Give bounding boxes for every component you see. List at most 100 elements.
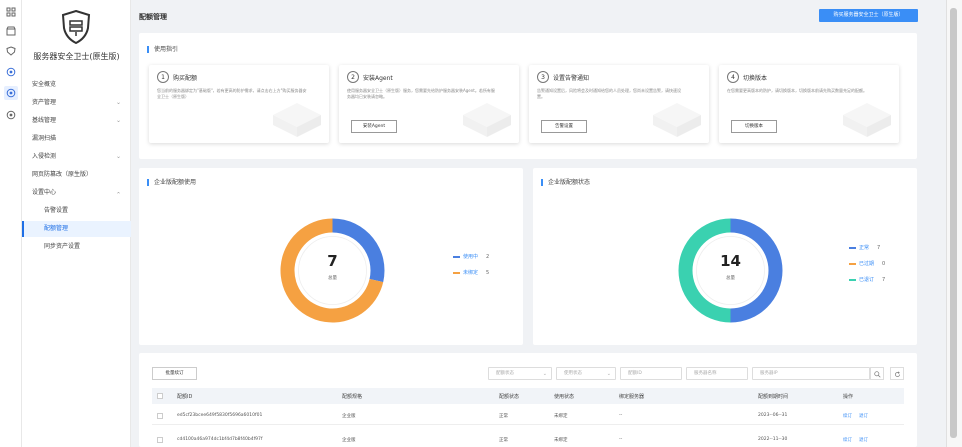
legend-label: 使用中 (463, 254, 479, 260)
step-title: 设置告警通知 (553, 75, 590, 82)
nav-label: 资产管理 (32, 99, 57, 106)
grid-icon[interactable] (4, 5, 18, 19)
unsubscribe-link[interactable]: 退订 (859, 437, 868, 443)
donut-inner-ring (298, 236, 367, 305)
row-checkbox[interactable] (157, 437, 163, 443)
vertical-scrollbar[interactable] (946, 0, 962, 447)
usage-donut-chart (280, 218, 385, 323)
guide-step-1: 1 购买配额 您当前的服务器绑定为"基础版"，若有更高的防护需求，请点击右上方"… (149, 65, 329, 143)
nav-item-overview[interactable]: 安全概览 (22, 77, 131, 93)
nav-item-vuln-scan[interactable]: 漏洞扫描 (22, 131, 131, 147)
select-all-checkbox[interactable] (157, 393, 163, 399)
guide-card: 使用指引 1 购买配额 您当前的服务器绑定为"基础版"，若有更高的防护需求，请点… (139, 33, 917, 159)
nav-subitem-alert-settings[interactable]: 告警设置 (22, 203, 131, 219)
alert-settings-button[interactable]: 告警设置 (541, 120, 587, 133)
quota-status-cell: 正常 (499, 414, 508, 419)
chevron-up-icon: ⌄ (115, 190, 121, 197)
step-number: 3 (537, 71, 549, 83)
server-ip-input[interactable]: 服务器IP (752, 367, 870, 380)
legend-item: 已退订 7 (849, 277, 885, 293)
quota-spec-cell: 企业版 (342, 414, 356, 419)
step-number: 1 (157, 71, 169, 83)
quota-id-cell: cd4100a46a974dc1bf4d7b8f40b4f97f (177, 437, 263, 442)
page-title: 配额管理 (139, 13, 167, 21)
nav-label: 设置中心 (32, 189, 57, 196)
nav-label: 告警设置 (44, 207, 69, 214)
nav-item-intrusion[interactable]: 入侵检测 ⌄ (22, 149, 131, 165)
scrollbar-thumb[interactable] (950, 8, 957, 438)
chevron-down-icon: ⌄ (115, 99, 121, 106)
legend-swatch (453, 255, 460, 258)
table-row[interactable]: cd4100a46a974dc1bf4d7b8f40b4f97f 企业版 正常 … (152, 432, 904, 447)
usage-status-select[interactable]: 使用状态 ⌄ (556, 367, 616, 380)
legend-swatch (849, 262, 856, 265)
legend-item: 已过期 0 (849, 261, 885, 277)
unsubscribe-link[interactable]: 退订 (859, 413, 868, 419)
quota-id-cell: ed5cf23bcee649f5830f5696a6010f01 (177, 413, 263, 418)
status-chart-card: 企业版配额状态 14 总量 正常 7 已过期 0 已退订 7 (533, 168, 917, 345)
refresh-icon (894, 371, 900, 377)
usage-title: 企业版配额使用 (147, 179, 196, 186)
legend-label: 已过期 (859, 261, 875, 267)
column-header: 绑定服务器 (619, 394, 645, 400)
buy-button[interactable]: 购买服务器安全卫士（原生版） (819, 9, 918, 22)
server-shield-icon[interactable] (4, 65, 18, 79)
row-checkbox[interactable] (157, 413, 163, 419)
nav-subitem-sync-assets[interactable]: 同步资产设置 (22, 239, 131, 255)
refresh-button[interactable] (890, 367, 904, 380)
nav-item-settings[interactable]: 设置中心 ⌄ (22, 185, 131, 201)
step-title: 切换版本 (743, 75, 768, 82)
usage-total-value: 7 (327, 252, 338, 270)
cube-illustration-icon (843, 103, 891, 137)
nav-label: 网页防篡改（原生版） (32, 171, 93, 178)
legend-swatch (453, 271, 460, 274)
renew-link[interactable]: 续订 (843, 437, 852, 443)
sidebar: 服务器安全卫士(原生版) 安全概览 资产管理 ⌄ 基线管理 ⌄ 漏洞扫描 入侵检测 ⌄… (22, 0, 131, 447)
settings-icon[interactable] (4, 108, 18, 122)
status-title: 企业版配额状态 (541, 179, 590, 186)
nav-item-assets[interactable]: 资产管理 ⌄ (22, 95, 131, 111)
chevron-down-icon: ⌄ (115, 117, 121, 124)
quota-status-select[interactable]: 配额状态 ⌄ (488, 367, 552, 380)
donut-slice-使用中[interactable] (332, 218, 385, 283)
legend-value: 2 (486, 254, 490, 260)
step-title: 购买配额 (173, 75, 198, 82)
column-header: 配额状态 (499, 394, 520, 400)
product-name: 服务器安全卫士(原生版) (33, 52, 120, 61)
legend-swatch (849, 278, 856, 281)
usage-status-cell: 未绑定 (554, 438, 568, 443)
search-button[interactable] (870, 367, 884, 380)
guide-step-2: 2 安装Agent 使用服务器安全卫士（原生版）服务，您需要先给防护服务器安装A… (339, 65, 519, 143)
usage-status-cell: 未绑定 (554, 414, 568, 419)
quota-id-input[interactable]: 配额ID (620, 367, 682, 380)
nav-label: 漏洞扫描 (32, 135, 57, 142)
table-row[interactable]: ed5cf23bcee649f5830f5696a6010f01 企业版 正常 … (152, 408, 904, 425)
donut-slice-已退订[interactable] (678, 218, 731, 323)
switch-version-button[interactable]: 切换版本 (731, 120, 777, 133)
donut-inner-ring (696, 236, 765, 305)
status-legend: 正常 7 已过期 0 已退订 7 (849, 245, 885, 293)
quota-table-card: 批量续订 配额状态 ⌄ 使用状态 ⌄ 配额ID 服务器名称 服务器IP 配额ID 配… (139, 353, 917, 447)
shield-icon[interactable] (4, 44, 18, 58)
main-content: 配额管理 购买服务器安全卫士（原生版） 使用指引 1 购买配额 您当前的服务器绑… (131, 0, 946, 447)
cube-illustration-icon (653, 103, 701, 137)
step-desc: 在您需要更高版本的防护，请切换版本，切换版本前请先购买数量充足的配额。 (727, 88, 867, 93)
nav-label: 基线管理 (32, 117, 57, 124)
nav-item-baseline[interactable]: 基线管理 ⌄ (22, 113, 131, 129)
select-placeholder: 配额状态 (496, 371, 514, 376)
nav-label: 安全概览 (32, 81, 57, 88)
legend-value: 7 (882, 277, 886, 283)
bulk-renew-button[interactable]: 批量续订 (152, 367, 197, 380)
server-name-input[interactable]: 服务器名称 (686, 367, 748, 380)
nav-item-web-tamper[interactable]: 网页防篡改（原生版） (22, 167, 131, 183)
expiry-cell: 2022--11--30 (758, 437, 788, 442)
nav-subitem-quota[interactable]: 配额管理 (22, 221, 131, 237)
active-security-icon[interactable] (4, 86, 18, 100)
install-agent-button[interactable]: 安装Agent (351, 120, 397, 133)
store-icon[interactable] (4, 24, 18, 38)
column-header: 配额规格 (342, 394, 363, 400)
renew-link[interactable]: 续订 (843, 413, 852, 419)
legend-item: 正常 7 (849, 245, 885, 261)
legend-label: 正常 (859, 245, 870, 251)
donut-slice-正常[interactable] (730, 218, 783, 323)
